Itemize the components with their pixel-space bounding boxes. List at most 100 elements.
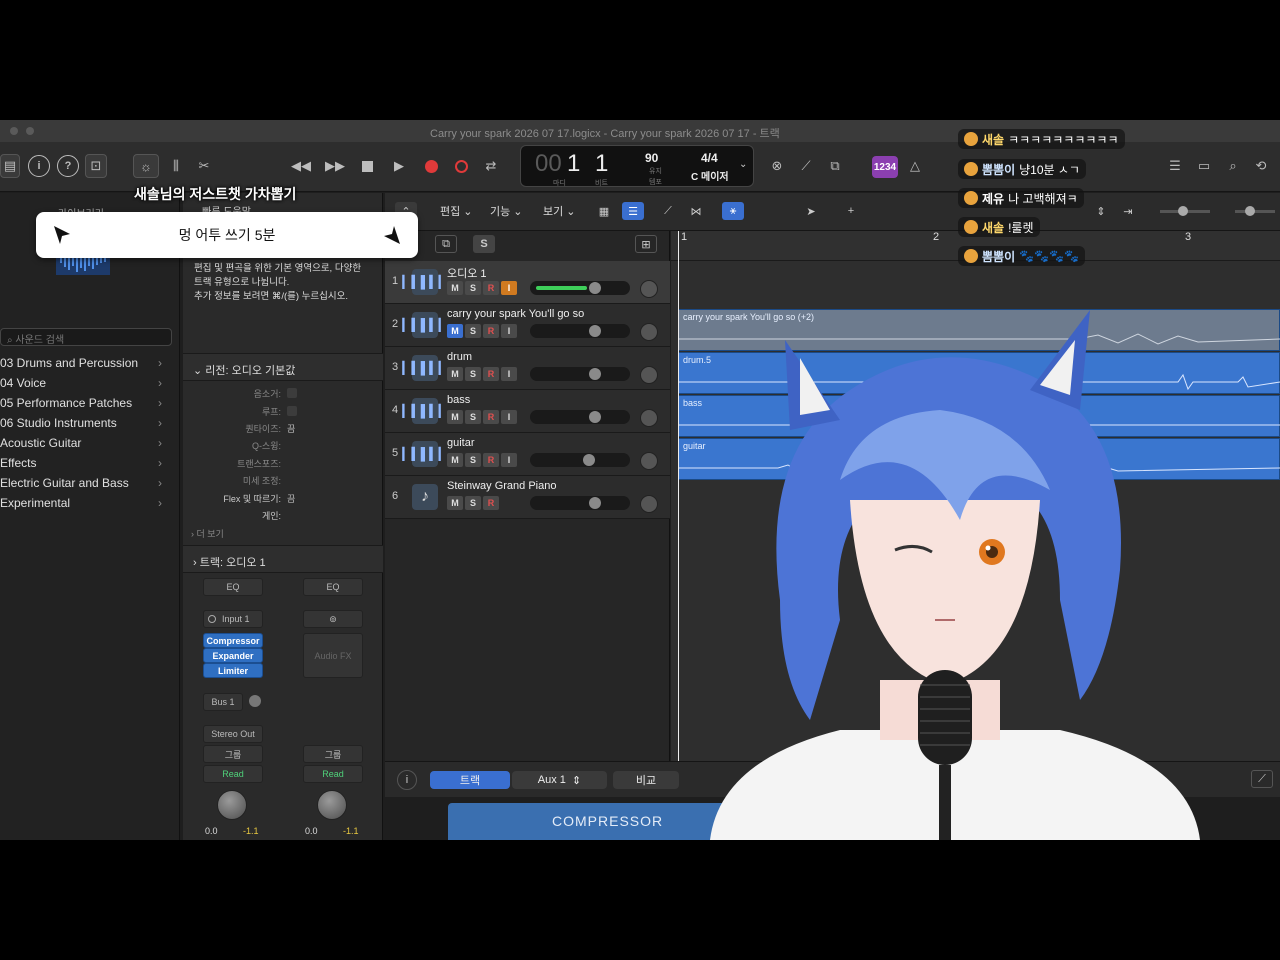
flex-icon[interactable]: ⋈ — [685, 202, 707, 220]
count-in-badge[interactable]: 1234 — [872, 156, 898, 178]
automation-mode[interactable]: Read — [303, 765, 363, 783]
track-row[interactable]: 5 ▎▍▌▍▎ guitar M S R I — [385, 433, 670, 476]
link-icon[interactable]: ⟋ — [1251, 770, 1273, 788]
track-row[interactable]: 1 ▎▍▌▍▎ 오디오 1MSRI — [385, 261, 670, 304]
library-item[interactable]: 05 Performance Patches › — [0, 396, 170, 416]
pan-knob[interactable] — [317, 790, 347, 820]
track-volume-fader[interactable] — [530, 324, 630, 338]
capture-recording-icon[interactable] — [450, 154, 472, 178]
close-window-icon[interactable] — [10, 127, 18, 135]
send-level-knob[interactable] — [249, 695, 261, 707]
list-view-icon[interactable]: ☰ — [622, 202, 644, 220]
track-m-button[interactable]: M — [447, 410, 463, 424]
track-name[interactable]: Steinway Grand Piano — [447, 480, 556, 492]
quick-help-icon[interactable]: ? — [57, 155, 79, 177]
track-m-button[interactable]: M — [447, 367, 463, 381]
fader-thumb[interactable] — [589, 411, 601, 423]
plugin-slot-compressor[interactable]: Compressor — [203, 633, 263, 648]
track-name[interactable]: guitar — [447, 437, 475, 449]
library-item[interactable]: Effects › — [0, 456, 170, 476]
track-s-button[interactable]: S — [465, 453, 481, 467]
info-icon[interactable]: i — [397, 770, 417, 790]
automation-mode[interactable]: Read — [203, 765, 263, 783]
track-pan-knob[interactable] — [640, 495, 658, 513]
plugin-slot-limiter[interactable]: Limiter — [203, 663, 263, 678]
track-s-button[interactable]: S — [465, 324, 481, 338]
library-search-input[interactable]: ⌕ 사운드 검색 — [0, 328, 172, 346]
lcd-dropdown-chevron-icon[interactable]: ⌄ — [739, 159, 747, 170]
automation-icon[interactable]: ⟋ — [657, 202, 679, 220]
library-item[interactable]: Acoustic Guitar › — [0, 436, 170, 456]
track-tab[interactable]: 트랙 — [430, 771, 510, 789]
cycle-icon[interactable]: ⇄ — [480, 154, 502, 178]
toolbar-toggle-icon[interactable]: ⊡ — [85, 154, 107, 178]
play-icon[interactable]: ▶ — [388, 154, 410, 178]
horizontal-fit-icon[interactable]: ⇥ — [1117, 202, 1139, 220]
vertical-zoom-slider[interactable] — [1160, 206, 1210, 216]
eq-slot[interactable]: EQ — [303, 578, 363, 596]
library-item[interactable]: 04 Voice › — [0, 376, 170, 396]
region-param-row[interactable]: Q-스윙: — [183, 439, 383, 453]
send-slot[interactable]: Bus 1 — [203, 693, 243, 711]
library-toggle-icon[interactable]: ▤ — [0, 154, 20, 178]
track-row[interactable]: 4 ▎▍▌▍▎ bass M S R I — [385, 390, 670, 433]
region-param-row[interactable]: 퀀타이즈: 끔 — [183, 422, 383, 436]
track-m-button[interactable]: M — [447, 281, 463, 295]
browser-search-icon[interactable]: ⌕ — [1222, 154, 1244, 178]
library-item[interactable]: Experimental › — [0, 496, 170, 516]
track-r-button[interactable]: R — [483, 496, 499, 510]
solo-mode-icon[interactable]: ⧉ — [824, 154, 846, 178]
track-row[interactable]: 3 ▎▍▌▍▎ drum M S R I — [385, 347, 670, 390]
checkbox[interactable] — [287, 406, 297, 416]
loop-browser-icon[interactable]: ⟲ — [1250, 154, 1272, 178]
region-inspector-header[interactable]: ⌄ 리전: 오디오 기본값 — [183, 353, 383, 381]
track-s-button[interactable]: S — [465, 367, 481, 381]
stereo-link-icon[interactable]: ⊚ — [303, 610, 363, 628]
track-volume-fader[interactable] — [530, 410, 630, 424]
group-slot[interactable]: 그룹 — [203, 745, 263, 763]
track-i-button[interactable]: I — [501, 367, 517, 381]
input-slot[interactable]: Input 1 — [203, 610, 263, 628]
fader-thumb[interactable] — [589, 325, 601, 337]
catch-playhead-icon[interactable]: ⚹ — [722, 202, 744, 220]
region-param-row[interactable]: 음소거: — [183, 387, 383, 401]
track-name[interactable]: drum — [447, 351, 472, 363]
minimize-window-icon[interactable] — [26, 127, 34, 135]
record-icon[interactable] — [420, 154, 442, 178]
track-i-button[interactable]: I — [501, 410, 517, 424]
track-i-button[interactable]: I — [501, 324, 517, 338]
inspector-toggle-icon[interactable]: i — [28, 155, 50, 177]
tuner-icon[interactable]: ⟋ — [795, 154, 817, 178]
track-pan-knob[interactable] — [640, 280, 658, 298]
replace-icon[interactable]: ⊗ — [766, 154, 788, 178]
eq-slot[interactable]: EQ — [203, 578, 263, 596]
track-row[interactable]: 2 ▎▍▌▍▎ carry your spark You'll go so M S R I — [385, 304, 670, 347]
aux-selector[interactable]: Aux 1 ⇕ — [512, 771, 607, 789]
track-i-button[interactable]: I — [501, 453, 517, 467]
horizontal-zoom-slider[interactable] — [1235, 206, 1275, 216]
track-inspector-header[interactable]: › 트랙: 오디오 1 — [183, 545, 383, 573]
library-item[interactable]: 06 Studio Instruments › — [0, 416, 170, 436]
plugin-slot-expander[interactable]: Expander — [203, 648, 263, 663]
track-i-button[interactable]: I — [501, 281, 517, 295]
track-s-button[interactable]: S — [465, 281, 481, 295]
edit-menu[interactable]: 편집 ⌄ — [440, 203, 473, 219]
track-r-button[interactable]: R — [483, 324, 499, 338]
track-pan-knob[interactable] — [640, 323, 658, 341]
checkbox[interactable] — [287, 388, 297, 398]
track-name[interactable]: 오디오 1 — [447, 265, 487, 281]
group-slot[interactable]: 그룹 — [303, 745, 363, 763]
region-param-row[interactable]: Flex 및 따르기: 끔 — [183, 492, 383, 506]
track-volume-fader[interactable] — [530, 367, 630, 381]
fast-forward-icon[interactable]: ▶▶ — [322, 154, 348, 178]
mixer-icon[interactable]: ⫼ — [165, 154, 187, 178]
grid-view-icon[interactable]: ▦ — [593, 202, 615, 220]
function-menu[interactable]: 기능 ⌄ — [490, 203, 523, 219]
region-param-row[interactable]: 미세 조정: — [183, 474, 383, 488]
track-row[interactable]: 6 ♪ Steinway Grand Piano M S R — [385, 476, 670, 519]
editors-scissors-icon[interactable]: ✂ — [193, 154, 215, 178]
track-volume-fader[interactable] — [530, 453, 630, 467]
track-pan-knob[interactable] — [640, 452, 658, 470]
track-volume-fader[interactable] — [530, 281, 630, 295]
metronome-icon[interactable]: △ — [904, 154, 926, 178]
